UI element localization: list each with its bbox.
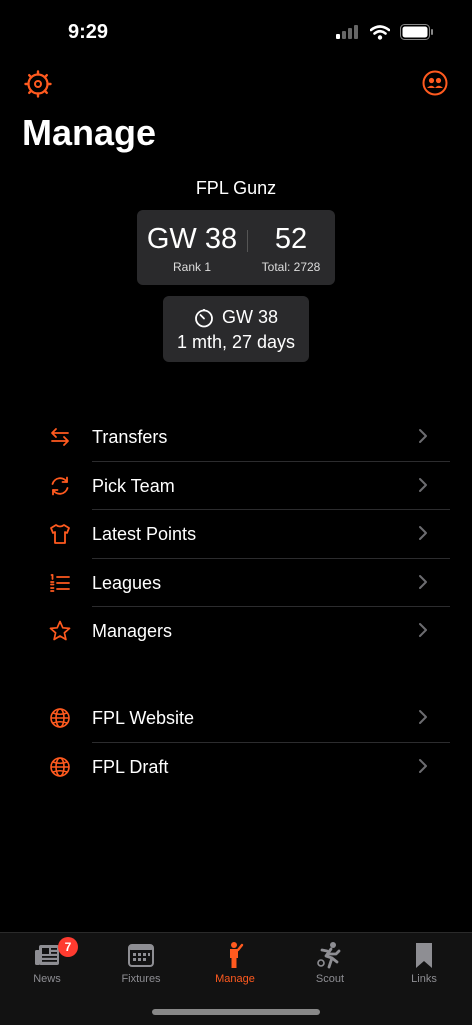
status-bar: 9:29 bbox=[0, 0, 472, 64]
status-icons bbox=[336, 24, 434, 40]
menu-item-transfers[interactable]: Transfers bbox=[0, 413, 472, 462]
refresh-icon bbox=[51, 476, 69, 495]
menu-item-latest-points[interactable]: Latest Points bbox=[0, 510, 472, 559]
settings-button[interactable] bbox=[24, 70, 52, 103]
deadline-card[interactable]: GW 38 1 mth, 27 days bbox=[163, 296, 309, 362]
wifi-icon bbox=[370, 24, 390, 40]
card-divider bbox=[247, 230, 248, 252]
transfer-arrows-icon bbox=[51, 428, 69, 446]
total-points-label: Total: 2728 bbox=[261, 260, 321, 274]
chevron-right-icon bbox=[419, 477, 427, 492]
menu-item-fpl-draft[interactable]: FPL Draft bbox=[0, 743, 472, 792]
menu-item-pick-team[interactable]: Pick Team bbox=[0, 462, 472, 510]
rank-label: Rank 1 bbox=[172, 260, 212, 274]
star-icon bbox=[49, 620, 71, 641]
tab-label: Manage bbox=[215, 973, 255, 985]
calendar-icon bbox=[128, 944, 154, 967]
people-circle-icon bbox=[422, 70, 448, 96]
tab-fixtures[interactable]: Fixtures bbox=[94, 939, 188, 993]
timer-icon bbox=[195, 308, 213, 327]
gameweek-score-card[interactable]: GW 38 Rank 1 52 Total: 2728 bbox=[137, 210, 335, 285]
globe-icon bbox=[50, 708, 70, 728]
numbered-list-icon bbox=[50, 573, 70, 592]
links-menu: FPL Website FPL Draft bbox=[0, 694, 472, 791]
battery-icon bbox=[400, 24, 433, 40]
menu-label: FPL Website bbox=[92, 708, 195, 728]
tab-label: News bbox=[33, 973, 61, 985]
chevron-right-icon bbox=[419, 710, 427, 724]
menu-label: Pick Team bbox=[92, 475, 175, 496]
globe-icon bbox=[50, 756, 70, 777]
menu-item-leagues[interactable]: Leagues bbox=[0, 559, 472, 607]
chevron-right-icon bbox=[419, 526, 427, 540]
menu-label: Latest Points bbox=[92, 524, 197, 544]
gameweek-column: GW 38 Rank 1 bbox=[137, 210, 247, 274]
deadline-countdown: 1 mth, 27 days bbox=[176, 332, 296, 352]
chevron-right-icon bbox=[419, 758, 427, 773]
shirt-icon bbox=[50, 524, 70, 544]
tab-label: Links bbox=[411, 973, 437, 985]
runner-icon bbox=[317, 942, 341, 969]
menu-label: Transfers bbox=[92, 427, 168, 447]
team-name: FPL Gunz bbox=[195, 178, 277, 198]
points-column: 52 Total: 2728 bbox=[247, 210, 335, 274]
menu-label: FPL Draft bbox=[92, 756, 169, 777]
chevron-right-icon bbox=[419, 429, 427, 443]
tab-label: Scout bbox=[315, 973, 345, 985]
news-badge: 7 bbox=[58, 937, 78, 957]
chevron-right-icon bbox=[419, 623, 427, 637]
home-indicator bbox=[152, 1009, 320, 1015]
person-icon bbox=[230, 942, 244, 968]
menu-item-managers[interactable]: Managers bbox=[0, 607, 472, 656]
manage-menu: Transfers Pick Team Latest Points League… bbox=[0, 413, 472, 656]
tab-manage[interactable]: Manage bbox=[188, 939, 282, 993]
settings-gear-icon bbox=[24, 70, 52, 98]
page-title: Manage bbox=[22, 112, 157, 153]
deadline-gameweek: GW 38 bbox=[221, 307, 278, 327]
status-time: 9:29 bbox=[68, 21, 109, 43]
tab-links[interactable]: Links bbox=[377, 939, 471, 993]
gameweek-points: 52 bbox=[274, 223, 308, 255]
bookmark-icon bbox=[416, 943, 432, 968]
menu-label: Leagues bbox=[92, 572, 162, 593]
profile-button[interactable] bbox=[422, 70, 448, 101]
signal-icon bbox=[336, 25, 358, 39]
menu-item-fpl-website[interactable]: FPL Website bbox=[0, 694, 472, 743]
newspaper-icon bbox=[35, 945, 59, 965]
gameweek-number: GW 38 bbox=[146, 223, 238, 255]
tab-label: Fixtures bbox=[121, 973, 161, 985]
tab-scout[interactable]: Scout bbox=[283, 939, 377, 993]
menu-label: Managers bbox=[92, 621, 173, 641]
chevron-right-icon bbox=[419, 574, 427, 589]
tab-news[interactable]: 7 News bbox=[0, 937, 94, 993]
